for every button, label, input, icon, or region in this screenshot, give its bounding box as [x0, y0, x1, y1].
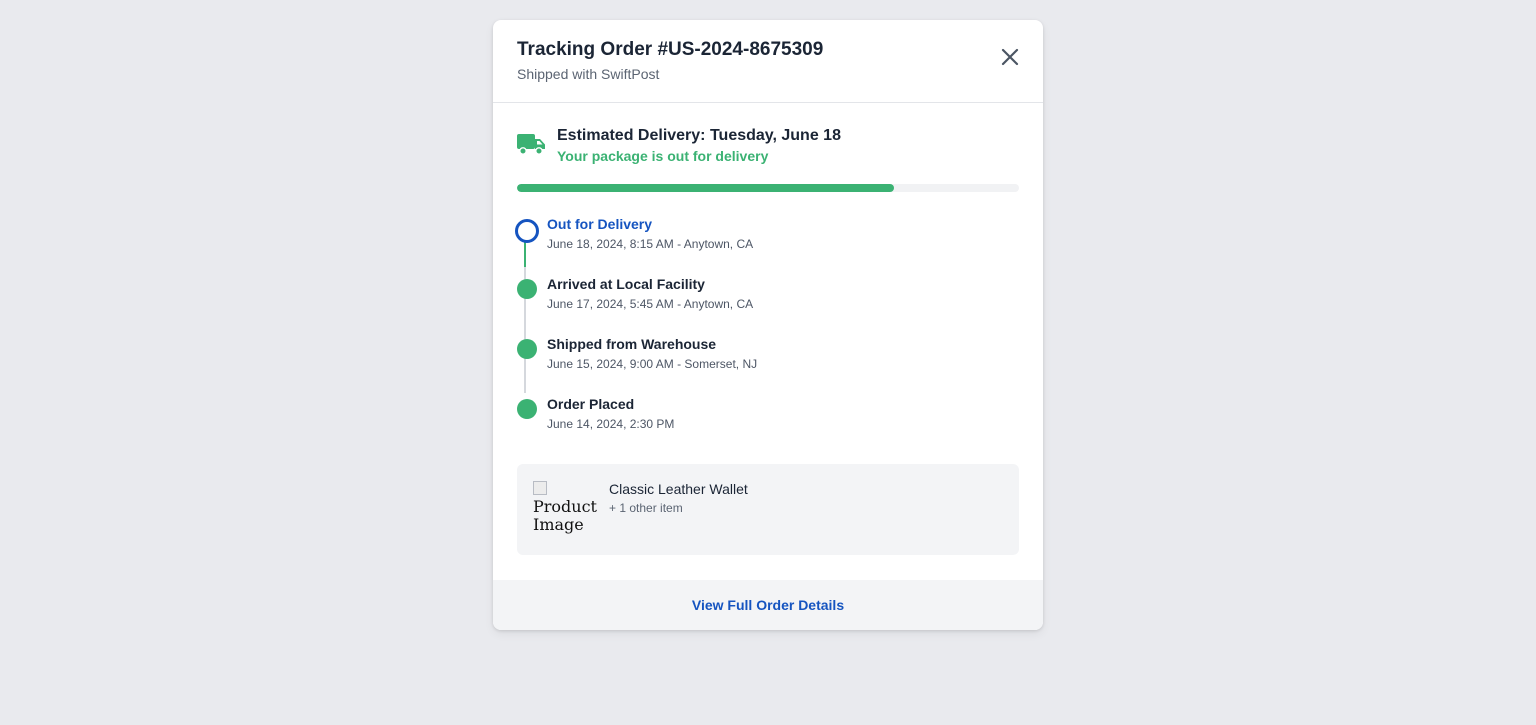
step-label: Shipped from Warehouse — [547, 336, 717, 352]
timeline-complete-marker — [517, 399, 537, 419]
close-button[interactable] — [998, 45, 1022, 69]
delivery-progress-bar — [517, 184, 1019, 192]
timeline-complete-marker — [517, 339, 537, 359]
step-detail: June 15, 2024, 9:00 AM - Somerset, NJ — [547, 357, 758, 371]
timeline-step: Order Placed June 14, 2024, 2:30 PM — [493, 387, 1043, 443]
timeline-step: Out for Delivery June 18, 2024, 8:15 AM … — [493, 207, 1043, 263]
step-detail: June 14, 2024, 2:30 PM — [547, 417, 675, 431]
estimated-delivery: Estimated Delivery: Tuesday, June 18 — [557, 127, 841, 144]
step-label: Arrived at Local Facility — [547, 276, 705, 292]
delivery-status: Your package is out for delivery — [557, 148, 769, 164]
broken-image-icon — [533, 481, 547, 495]
modal-body: Estimated Delivery: Tuesday, June 18 You… — [493, 103, 1043, 579]
product-summary-card: Product Image Classic Leather Wallet + 1… — [517, 464, 1019, 555]
tracking-modal: Tracking Order #US-2024-8675309 Shipped … — [493, 20, 1043, 630]
timeline-complete-marker — [517, 279, 537, 299]
delivery-progress-fill — [517, 184, 894, 192]
page-title: Tracking Order #US-2024-8675309 — [517, 39, 824, 60]
timeline-current-marker — [515, 219, 539, 243]
product-image: Product Image — [533, 480, 597, 540]
modal-header: Tracking Order #US-2024-8675309 Shipped … — [493, 20, 1043, 103]
product-name: Classic Leather Wallet — [609, 481, 748, 497]
other-items-count: + 1 other item — [609, 501, 683, 515]
truck-icon — [517, 134, 545, 155]
step-label: Order Placed — [547, 396, 635, 412]
product-image-alt-text: Product Image — [533, 497, 597, 534]
timeline-step: Shipped from Warehouse June 15, 2024, 9:… — [493, 327, 1043, 383]
step-label: Out for Delivery — [547, 216, 653, 232]
step-detail: June 17, 2024, 5:45 AM - Anytown, CA — [547, 297, 754, 311]
modal-footer: View Full Order Details — [493, 580, 1043, 630]
close-icon — [1001, 48, 1019, 66]
view-order-details-link[interactable]: View Full Order Details — [692, 597, 844, 613]
carrier-subtitle: Shipped with SwiftPost — [517, 66, 660, 82]
timeline-step: Arrived at Local Facility June 17, 2024,… — [493, 267, 1043, 323]
step-detail: June 18, 2024, 8:15 AM - Anytown, CA — [547, 237, 754, 251]
